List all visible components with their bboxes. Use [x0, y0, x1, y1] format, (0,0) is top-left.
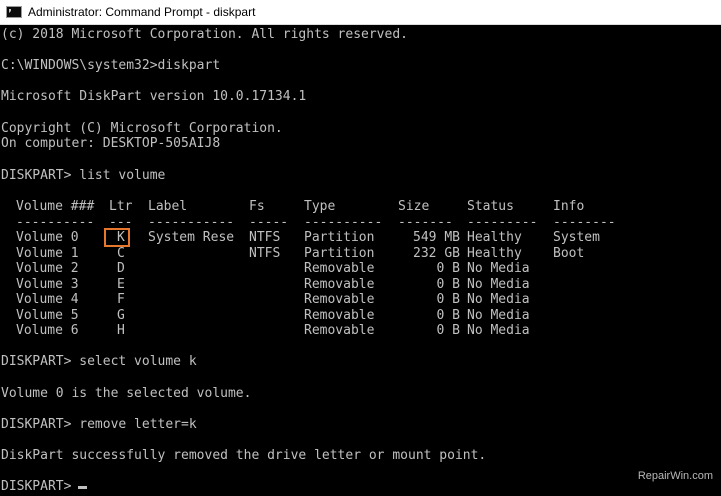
table-cell-ltr: E: [117, 276, 125, 292]
table-cell-label: System Rese: [148, 230, 235, 245]
remove-letter-command: DISKPART> remove letter=k: [1, 417, 197, 432]
table-cell-fs: NTFS: [249, 245, 281, 261]
table-cell-size: 549 MB: [413, 230, 460, 245]
highlight-box: [104, 228, 130, 247]
table-cell-status: No Media: [467, 292, 530, 307]
table-cell-volume: Volume 5: [16, 307, 79, 323]
table-cell-ltr: D: [117, 261, 125, 276]
prompt-diskpart-command: C:\WINDOWS\system32>diskpart: [1, 58, 221, 73]
table-header-label: Label: [148, 199, 188, 214]
table-cell-info: System: [553, 230, 600, 245]
table-cell-ltr: H: [117, 323, 125, 338]
table-cell-status: Healthy: [467, 230, 522, 245]
table-cell-type: Removable: [304, 276, 375, 292]
table-cell-ltr: F: [117, 292, 125, 307]
table-cell-status: No Media: [467, 307, 530, 323]
table-cell-size: 232 GB: [413, 245, 460, 261]
window-title: Administrator: Command Prompt - diskpart: [28, 5, 256, 19]
table-cell-volume: Volume 4: [16, 292, 79, 307]
table-cell-volume: Volume 3: [16, 276, 79, 292]
table-header-status: Status: [467, 199, 514, 214]
table-cell-status: No Media: [467, 323, 530, 338]
table-cell-size: 0 B: [436, 261, 460, 276]
table-cell-status: No Media: [467, 261, 530, 276]
table-separator-volume: ----------: [16, 215, 95, 230]
table-header-size: Size: [398, 199, 430, 214]
table-separator-type: ----------: [304, 215, 383, 230]
title-bar[interactable]: Administrator: Command Prompt - diskpart: [0, 0, 721, 25]
command-prompt-icon: [6, 6, 22, 18]
table-separator-info: --------: [553, 215, 616, 230]
table-cell-size: 0 B: [436, 323, 460, 338]
table-separator-fs: -----: [249, 215, 289, 230]
diskpart-version-line: Microsoft DiskPart version 10.0.17134.1: [1, 89, 307, 104]
select-volume-command: DISKPART> select volume k: [1, 354, 197, 369]
table-cell-size: 0 B: [436, 307, 460, 323]
copyright-line: (c) 2018 Microsoft Corporation. All righ…: [1, 27, 408, 42]
table-cell-type: Partition: [304, 245, 375, 261]
table-cell-type: Removable: [304, 261, 375, 276]
text-cursor: [78, 486, 87, 489]
table-cell-volume: Volume 2: [16, 261, 79, 276]
table-header-type: Type: [304, 199, 336, 214]
table-cell-volume: Volume 0: [16, 230, 79, 245]
selected-volume-message: Volume 0 is the selected volume.: [1, 386, 252, 401]
watermark: RepairWin.com: [637, 470, 713, 482]
table-cell-volume: Volume 1: [16, 245, 79, 261]
table-cell-volume: Volume 6: [16, 323, 79, 338]
table-header-fs: Fs: [249, 199, 265, 214]
table-separator-label: -----------: [148, 215, 235, 230]
table-cell-type: Removable: [304, 307, 375, 323]
table-cell-type: Removable: [304, 292, 375, 307]
table-cell-info: Boot: [553, 245, 585, 261]
table-separator-size: -------: [398, 215, 453, 230]
table-cell-status: No Media: [467, 276, 530, 292]
copyright-line-2: Copyright (C) Microsoft Corporation.: [1, 121, 283, 136]
console-output[interactable]: (c) 2018 Microsoft Corporation. All righ…: [0, 27, 721, 496]
removed-success-message: DiskPart successfully removed the drive …: [1, 448, 487, 463]
table-cell-fs: NTFS: [249, 230, 281, 245]
table-cell-size: 0 B: [436, 276, 460, 292]
table-header-volume: Volume ###: [16, 199, 95, 214]
table-cell-type: Partition: [304, 230, 375, 245]
table-cell-size: 0 B: [436, 292, 460, 307]
table-header-ltr: Ltr: [109, 199, 133, 214]
computer-name-line: On computer: DESKTOP-505AIJ8: [1, 136, 221, 151]
table-cell-status: Healthy: [467, 245, 522, 261]
final-prompt[interactable]: DISKPART>: [1, 479, 79, 494]
list-volume-command: DISKPART> list volume: [1, 168, 166, 183]
table-header-info: Info: [553, 199, 585, 214]
table-cell-type: Removable: [304, 323, 375, 338]
table-separator-status: ---------: [467, 215, 538, 230]
table-cell-ltr: C: [117, 245, 125, 261]
table-cell-ltr: G: [117, 307, 125, 323]
